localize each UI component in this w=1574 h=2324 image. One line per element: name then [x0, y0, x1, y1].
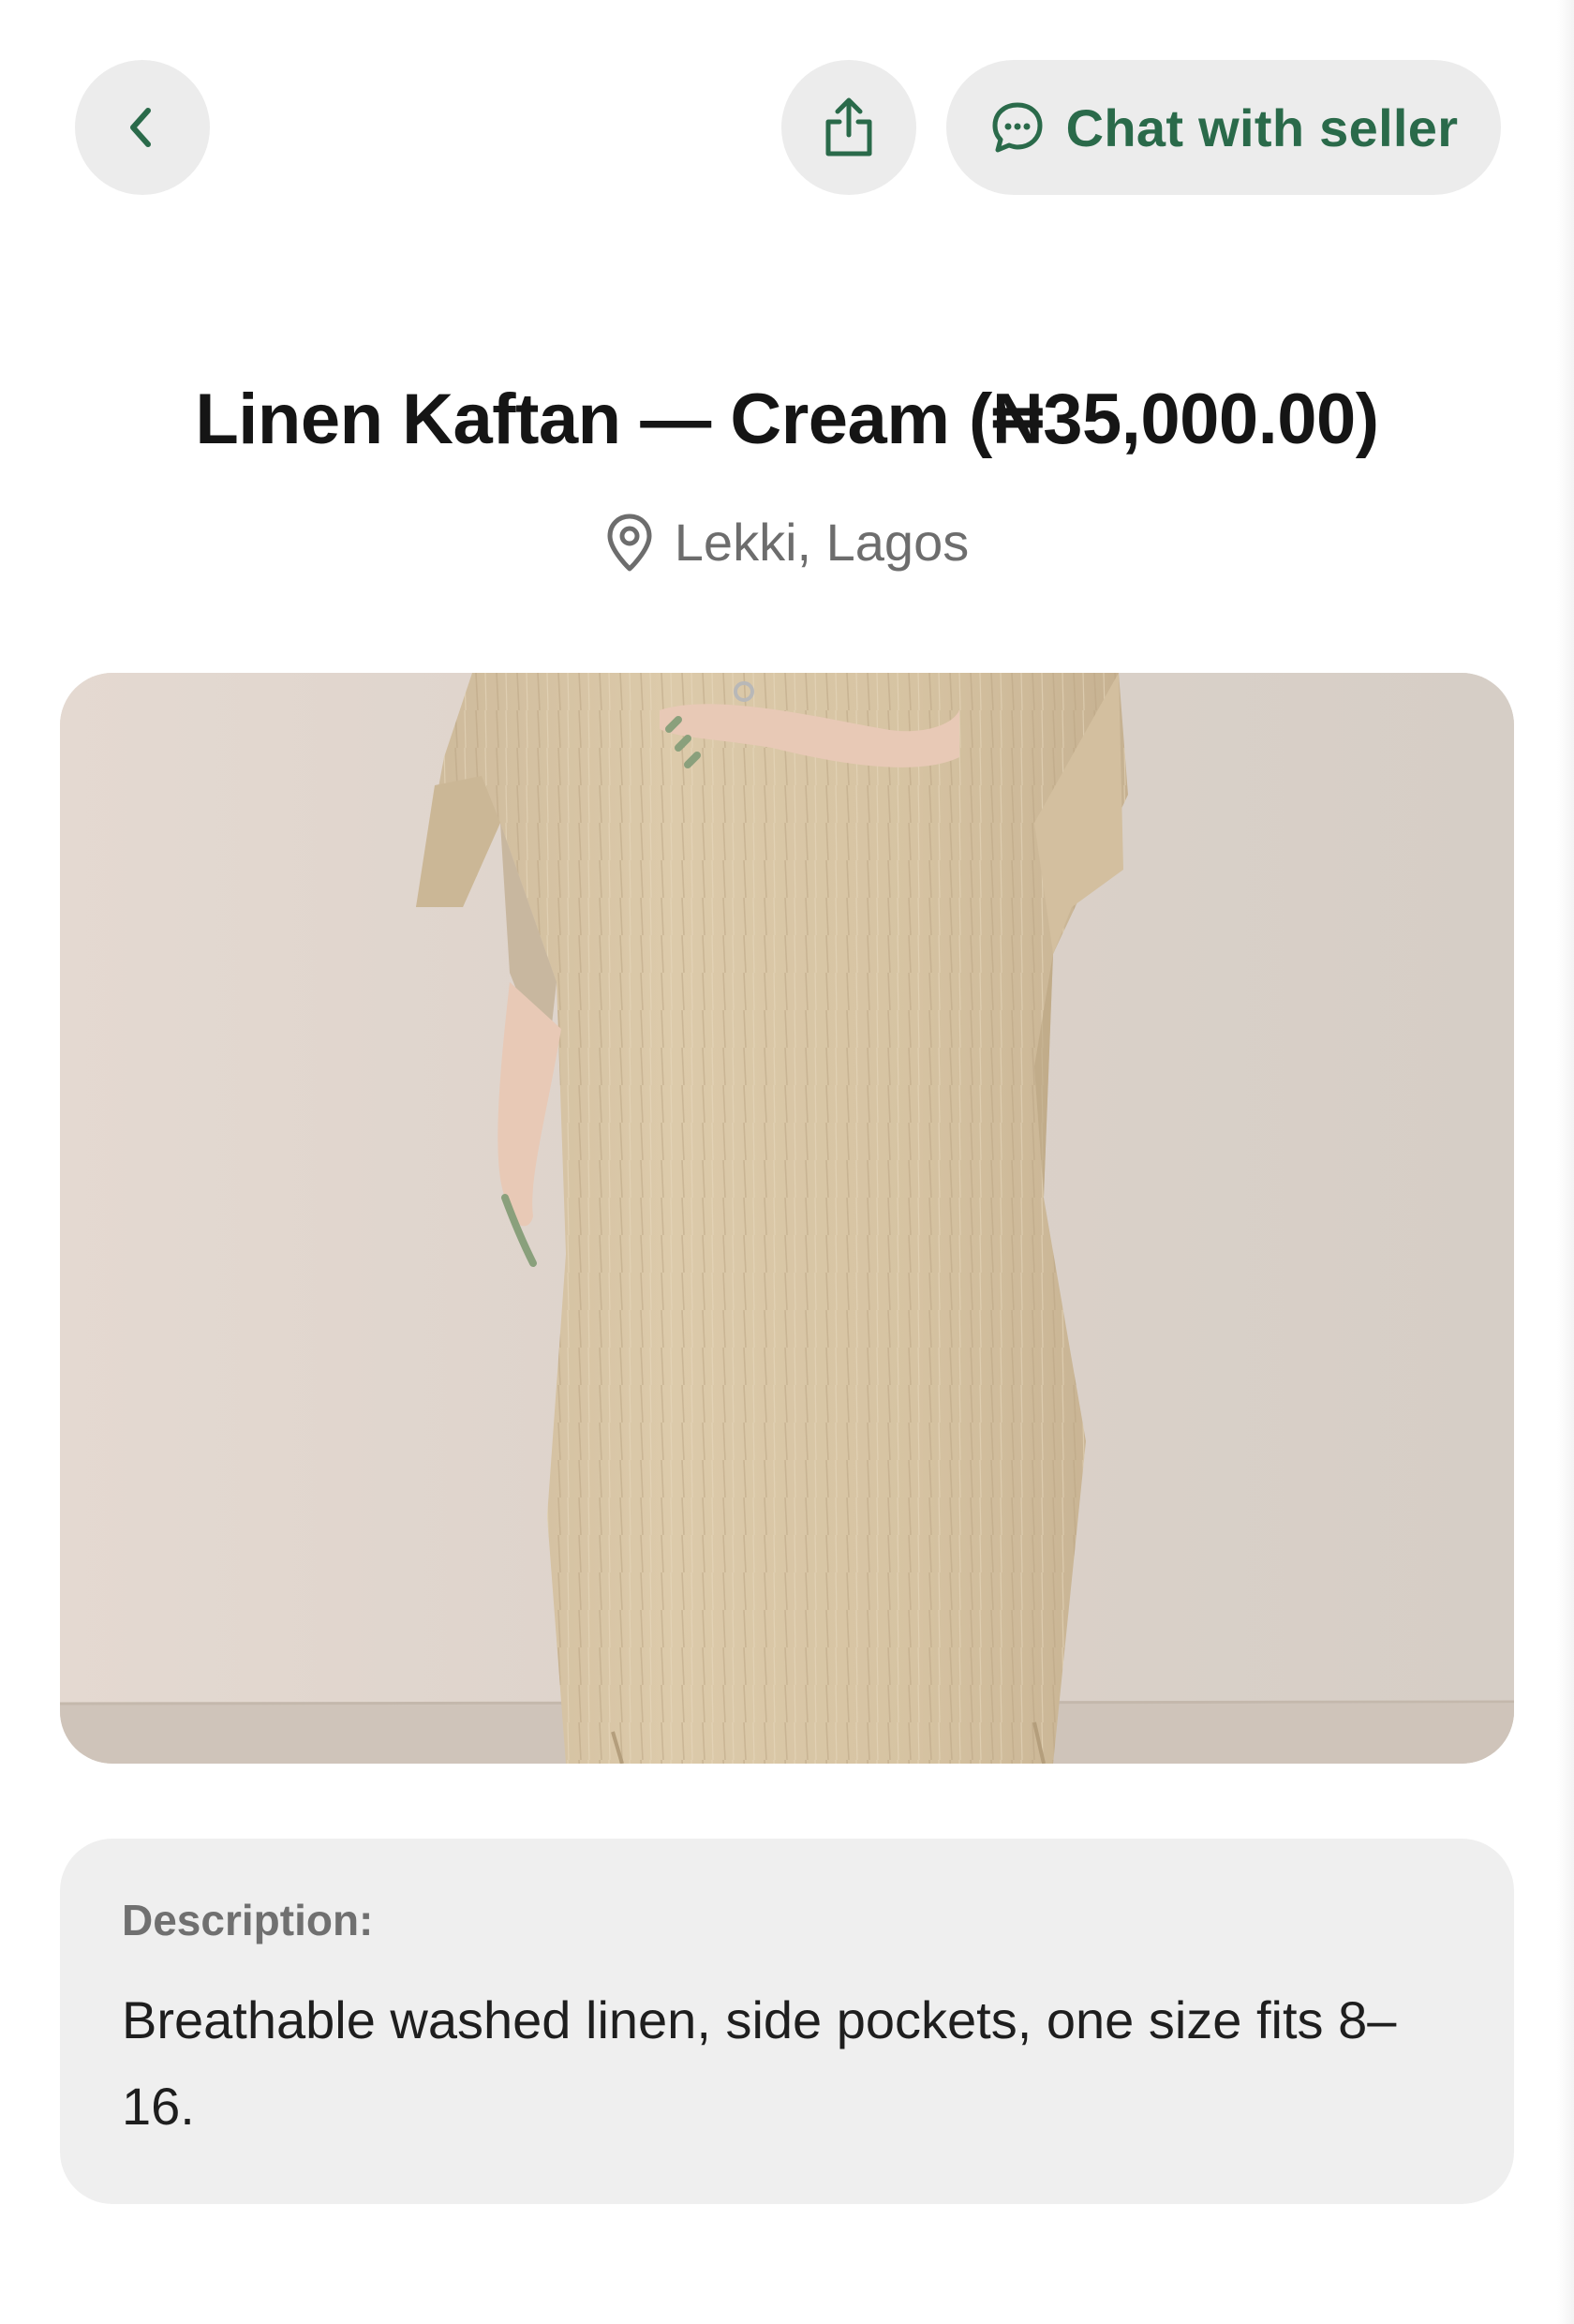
chat-with-seller-button[interactable]: Chat with seller	[946, 60, 1501, 195]
share-upload-icon	[825, 97, 872, 156]
product-location: Lekki, Lagos	[0, 512, 1574, 573]
back-button[interactable]	[75, 60, 210, 195]
product-photo[interactable]	[60, 673, 1514, 1764]
scroll-edge-shade	[1557, 0, 1574, 2324]
kaftan-photo-illustration	[60, 673, 1514, 1764]
chevron-left-icon	[130, 108, 151, 147]
map-pin-icon	[607, 514, 652, 571]
description-card: Description: Breathable washed linen, si…	[60, 1839, 1514, 2204]
description-label: Description:	[122, 1896, 374, 1944]
share-button[interactable]	[781, 60, 916, 195]
product-title: Linen Kaftan — Cream (₦35,000.00)	[195, 380, 1379, 459]
location-text: Lekki, Lagos	[674, 513, 970, 572]
product-detail-screen: Chat with seller Linen Kaftan — Cream (₦…	[0, 0, 1574, 2324]
chat-with-seller-label: Chat with seller	[1065, 97, 1459, 157]
chat-bubble-icon	[992, 102, 1043, 153]
description-text: Breathable washed linen, side pockets, o…	[122, 1990, 1397, 2136]
